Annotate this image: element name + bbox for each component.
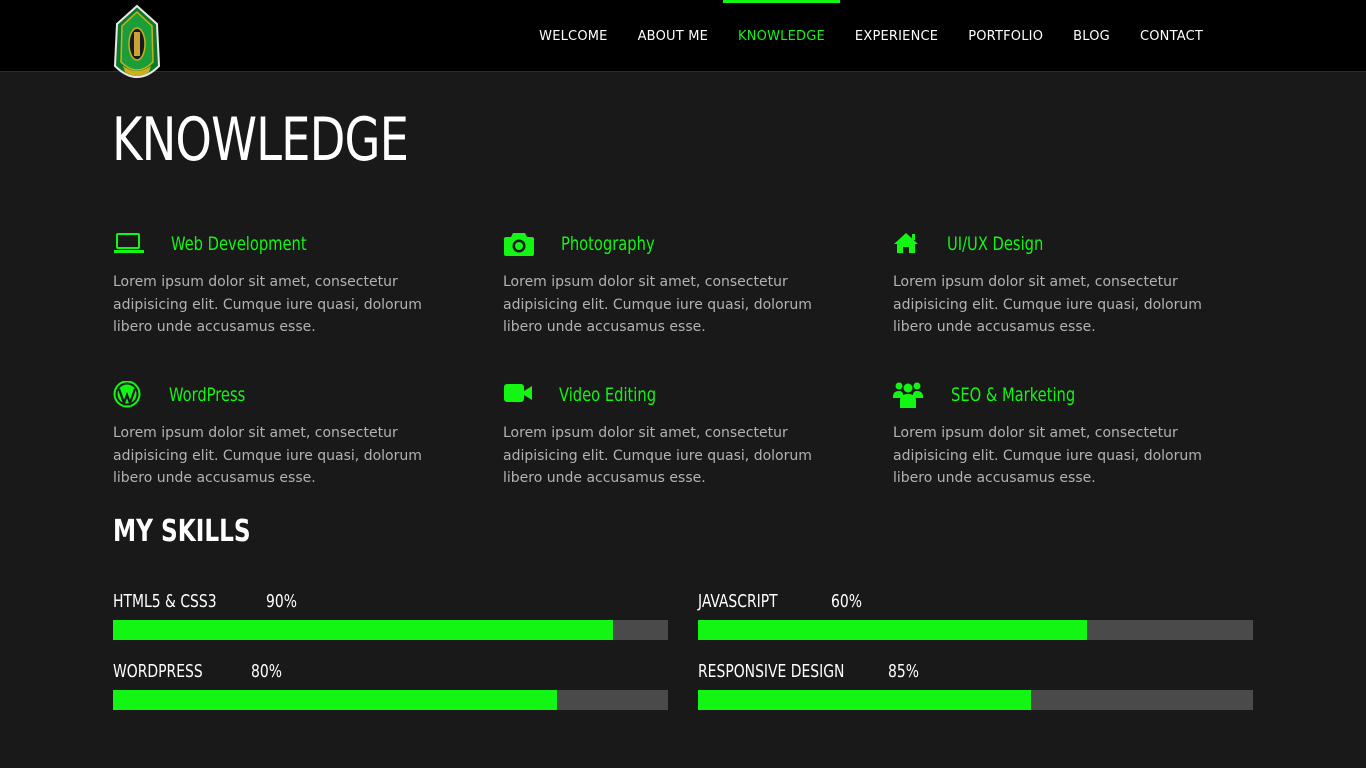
skill-bar xyxy=(698,690,1253,710)
skills-title: MY SKILLS xyxy=(113,514,251,549)
service-description: Lorem ipsum dolor sit amet, consectetur … xyxy=(893,274,1202,335)
users-icon xyxy=(893,381,925,409)
skill-name: WORDPRESS xyxy=(113,661,203,682)
skill-bar xyxy=(698,620,1253,640)
skill-wordpress: WORDPRESS 80% xyxy=(113,654,668,710)
home-icon xyxy=(893,230,925,258)
skill-bar xyxy=(113,620,668,640)
skill-percent: 80% xyxy=(251,661,282,682)
service-description: Lorem ipsum dolor sit amet, consectetur … xyxy=(503,425,812,486)
navbar: WELCOME ABOUT ME KNOWLEDGE EXPERIENCE PO… xyxy=(0,0,1366,78)
university-crest-logo-icon[interactable] xyxy=(113,4,161,84)
skill-javascript: JAVASCRIPT 60% xyxy=(698,584,1253,640)
nav-experience[interactable]: EXPERIENCE xyxy=(840,0,953,72)
service-seo-marketing: SEO & Marketing Lorem ipsum dolor sit am… xyxy=(893,380,1253,490)
service-photography: Photography Lorem ipsum dolor sit amet, … xyxy=(503,229,863,339)
skill-name: HTML5 & CSS3 xyxy=(113,591,217,612)
skill-bar-fill xyxy=(698,620,1087,640)
skill-name: RESPONSIVE DESIGN xyxy=(698,661,845,682)
nav-blog[interactable]: BLOG xyxy=(1058,0,1125,72)
skill-bar-fill xyxy=(113,690,557,710)
camera-icon xyxy=(503,230,535,258)
page-title: KNOWLEDGE xyxy=(112,105,409,175)
service-video-editing: Video Editing Lorem ipsum dolor sit amet… xyxy=(503,380,863,490)
laptop-icon xyxy=(113,230,145,258)
service-title: Web Development xyxy=(171,233,307,255)
nav-knowledge[interactable]: KNOWLEDGE xyxy=(723,0,840,72)
service-title: WordPress xyxy=(169,384,246,406)
service-ui-ux-design: UI/UX Design Lorem ipsum dolor sit amet,… xyxy=(893,229,1253,339)
service-title: UI/UX Design xyxy=(947,233,1044,255)
video-camera-icon xyxy=(503,381,535,409)
service-title: SEO & Marketing xyxy=(951,384,1076,406)
service-description: Lorem ipsum dolor sit amet, consectetur … xyxy=(503,274,812,335)
nav-welcome[interactable]: WELCOME xyxy=(524,0,622,72)
service-description: Lorem ipsum dolor sit amet, consectetur … xyxy=(113,274,422,335)
skill-percent: 90% xyxy=(266,591,297,612)
skill-percent: 85% xyxy=(888,661,919,682)
wordpress-icon xyxy=(113,381,145,409)
nav-contact[interactable]: CONTACT xyxy=(1125,0,1218,72)
main-nav: WELCOME ABOUT ME KNOWLEDGE EXPERIENCE PO… xyxy=(524,0,1218,72)
service-description: Lorem ipsum dolor sit amet, consectetur … xyxy=(893,425,1202,486)
skill-bar xyxy=(113,690,668,710)
nav-about-me[interactable]: ABOUT ME xyxy=(623,0,723,72)
skill-bar-fill xyxy=(113,620,613,640)
skill-name: JAVASCRIPT xyxy=(698,591,778,612)
service-web-development: Web Development Lorem ipsum dolor sit am… xyxy=(113,229,473,339)
skill-responsive-design: RESPONSIVE DESIGN 85% xyxy=(698,654,1253,710)
service-title: Video Editing xyxy=(559,384,657,406)
skill-bar-fill xyxy=(698,690,1031,710)
service-wordpress: WordPress Lorem ipsum dolor sit amet, co… xyxy=(113,380,473,490)
skill-percent: 60% xyxy=(831,591,862,612)
service-title: Photography xyxy=(561,233,655,255)
skill-html5-css3: HTML5 & CSS3 90% xyxy=(113,584,668,640)
service-description: Lorem ipsum dolor sit amet, consectetur … xyxy=(113,425,422,486)
nav-portfolio[interactable]: PORTFOLIO xyxy=(953,0,1058,72)
